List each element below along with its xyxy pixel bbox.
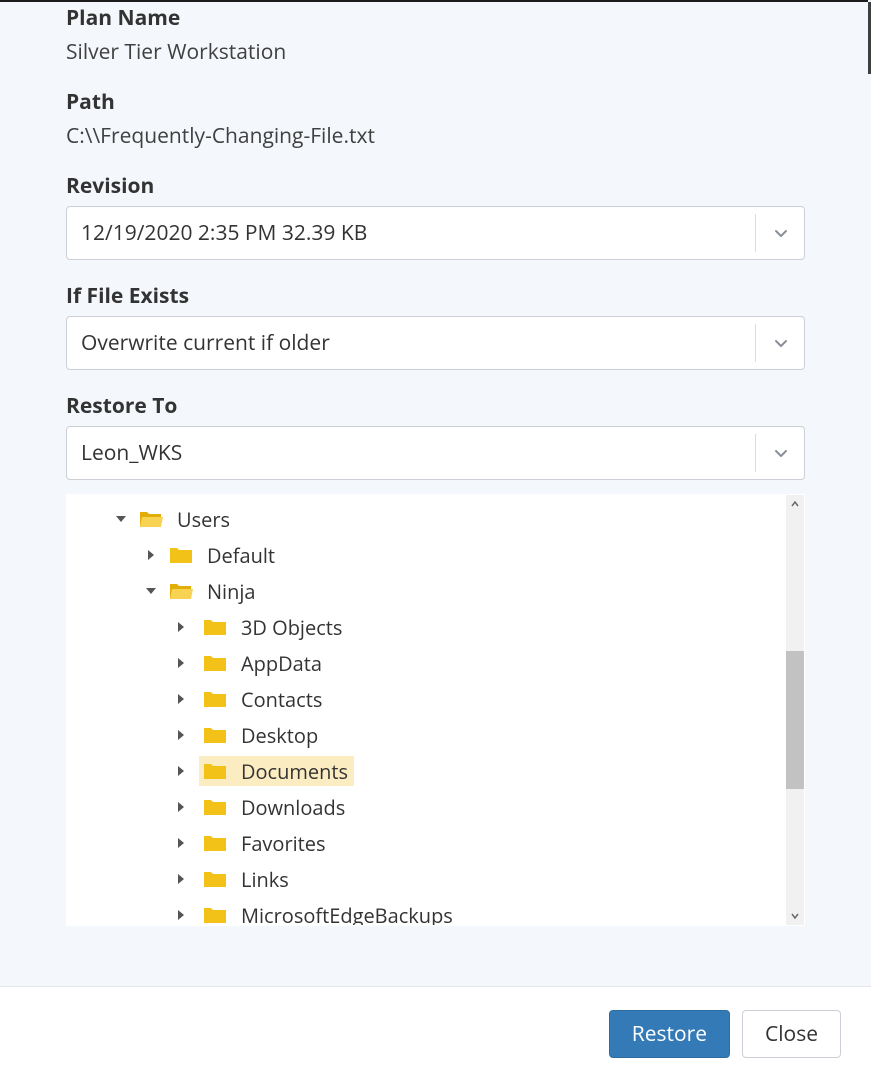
if-file-exists-label: If File Exists	[66, 282, 805, 310]
folder-icon	[203, 869, 227, 889]
tree-node-documents[interactable]: Documents	[67, 753, 786, 789]
folder-icon	[169, 545, 193, 565]
tree-node-label: Users	[177, 506, 230, 533]
chevron-down-icon	[772, 224, 790, 242]
tree-node-label: Ninja	[207, 578, 256, 605]
folder-icon	[203, 761, 227, 781]
scroll-thumb[interactable]	[786, 651, 804, 789]
if-file-exists-select-value: Overwrite current if older	[81, 329, 743, 357]
tree-node-links[interactable]: Links	[67, 861, 786, 897]
scroll-up-button[interactable]	[786, 495, 804, 513]
tree-node-contacts[interactable]: Contacts	[67, 681, 786, 717]
tree-node-favorites[interactable]: Favorites	[67, 825, 786, 861]
folder-icon	[203, 905, 227, 925]
revision-select[interactable]: 12/19/2020 2:35 PM 32.39 KB	[66, 206, 805, 260]
tree-node-label: Favorites	[241, 830, 326, 857]
if-file-exists-select[interactable]: Overwrite current if older	[66, 316, 805, 370]
tree-node-desktop[interactable]: Desktop	[67, 717, 786, 753]
expand-toggle[interactable]	[171, 730, 191, 740]
folder-icon	[203, 617, 227, 637]
folder-icon	[203, 833, 227, 853]
expand-toggle[interactable]	[141, 588, 161, 594]
plan-name-value: Silver Tier Workstation	[66, 38, 805, 66]
tree-node-label: Desktop	[241, 722, 318, 749]
tree-node-label: Downloads	[241, 794, 345, 821]
chevron-down-icon	[772, 334, 790, 352]
restore-button[interactable]: Restore	[609, 1010, 730, 1058]
restore-to-select-value: Leon_WKS	[81, 439, 743, 467]
tree-node-label: Links	[241, 866, 289, 893]
revision-label: Revision	[66, 172, 805, 200]
folder-open-icon	[169, 581, 193, 601]
dialog-footer: Restore Close	[0, 986, 871, 1080]
tree-node-downloads[interactable]: Downloads	[67, 789, 786, 825]
revision-field: Revision 12/19/2020 2:35 PM 32.39 KB	[66, 172, 805, 260]
tree-node-edge-backups[interactable]: MicrosoftEdgeBackups	[67, 897, 786, 925]
tree-node-default[interactable]: Default	[67, 537, 786, 573]
plan-name-label: Plan Name	[66, 4, 805, 32]
tree-node-appdata[interactable]: AppData	[67, 645, 786, 681]
close-button[interactable]: Close	[742, 1010, 841, 1058]
if-file-exists-caret-zone	[755, 324, 790, 362]
restore-to-caret-zone	[755, 434, 790, 472]
expand-toggle[interactable]	[171, 802, 191, 812]
restore-to-label: Restore To	[66, 392, 805, 420]
expand-toggle[interactable]	[111, 516, 131, 522]
restore-dialog: Plan Name Silver Tier Workstation Path C…	[0, 0, 871, 1080]
tree-node-users[interactable]: Users	[67, 501, 786, 537]
tree-node-label: Documents	[241, 758, 348, 785]
expand-toggle[interactable]	[141, 550, 161, 560]
revision-select-value: 12/19/2020 2:35 PM 32.39 KB	[81, 219, 743, 247]
folder-icon	[203, 653, 227, 673]
dialog-top-border	[0, 0, 868, 2]
expand-toggle[interactable]	[171, 874, 191, 884]
restore-to-select[interactable]: Leon_WKS	[66, 426, 805, 480]
expand-toggle[interactable]	[171, 622, 191, 632]
path-field: Path C:\\Frequently-Changing-File.txt	[66, 88, 805, 150]
folder-tree: Users Default Ninja	[66, 494, 805, 926]
if-file-exists-field: If File Exists Overwrite current if olde…	[66, 282, 805, 370]
path-label: Path	[66, 88, 805, 116]
expand-toggle[interactable]	[171, 694, 191, 704]
plan-name-field: Plan Name Silver Tier Workstation	[66, 4, 805, 66]
expand-toggle[interactable]	[171, 766, 191, 776]
tree-node-label: AppData	[241, 650, 322, 677]
chevron-down-icon	[772, 444, 790, 462]
expand-toggle[interactable]	[171, 910, 191, 920]
folder-icon	[203, 797, 227, 817]
tree-node-label: Default	[207, 542, 275, 569]
tree-scrollbar[interactable]	[786, 495, 804, 925]
scroll-down-button[interactable]	[786, 907, 804, 925]
tree-node-label: Contacts	[241, 686, 322, 713]
dialog-content: Plan Name Silver Tier Workstation Path C…	[0, 0, 871, 926]
restore-to-field: Restore To Leon_WKS Users	[66, 392, 805, 926]
expand-toggle[interactable]	[171, 658, 191, 668]
tree-node-label: 3D Objects	[241, 614, 342, 641]
expand-toggle[interactable]	[171, 838, 191, 848]
tree-node-ninja[interactable]: Ninja	[67, 573, 786, 609]
path-value: C:\\Frequently-Changing-File.txt	[66, 122, 805, 150]
folder-icon	[203, 725, 227, 745]
folder-icon	[203, 689, 227, 709]
revision-caret-zone	[755, 214, 790, 252]
tree-node-3d-objects[interactable]: 3D Objects	[67, 609, 786, 645]
folder-open-icon	[139, 509, 163, 529]
tree-node-label: MicrosoftEdgeBackups	[241, 902, 453, 926]
folder-tree-body: Users Default Ninja	[67, 495, 786, 925]
